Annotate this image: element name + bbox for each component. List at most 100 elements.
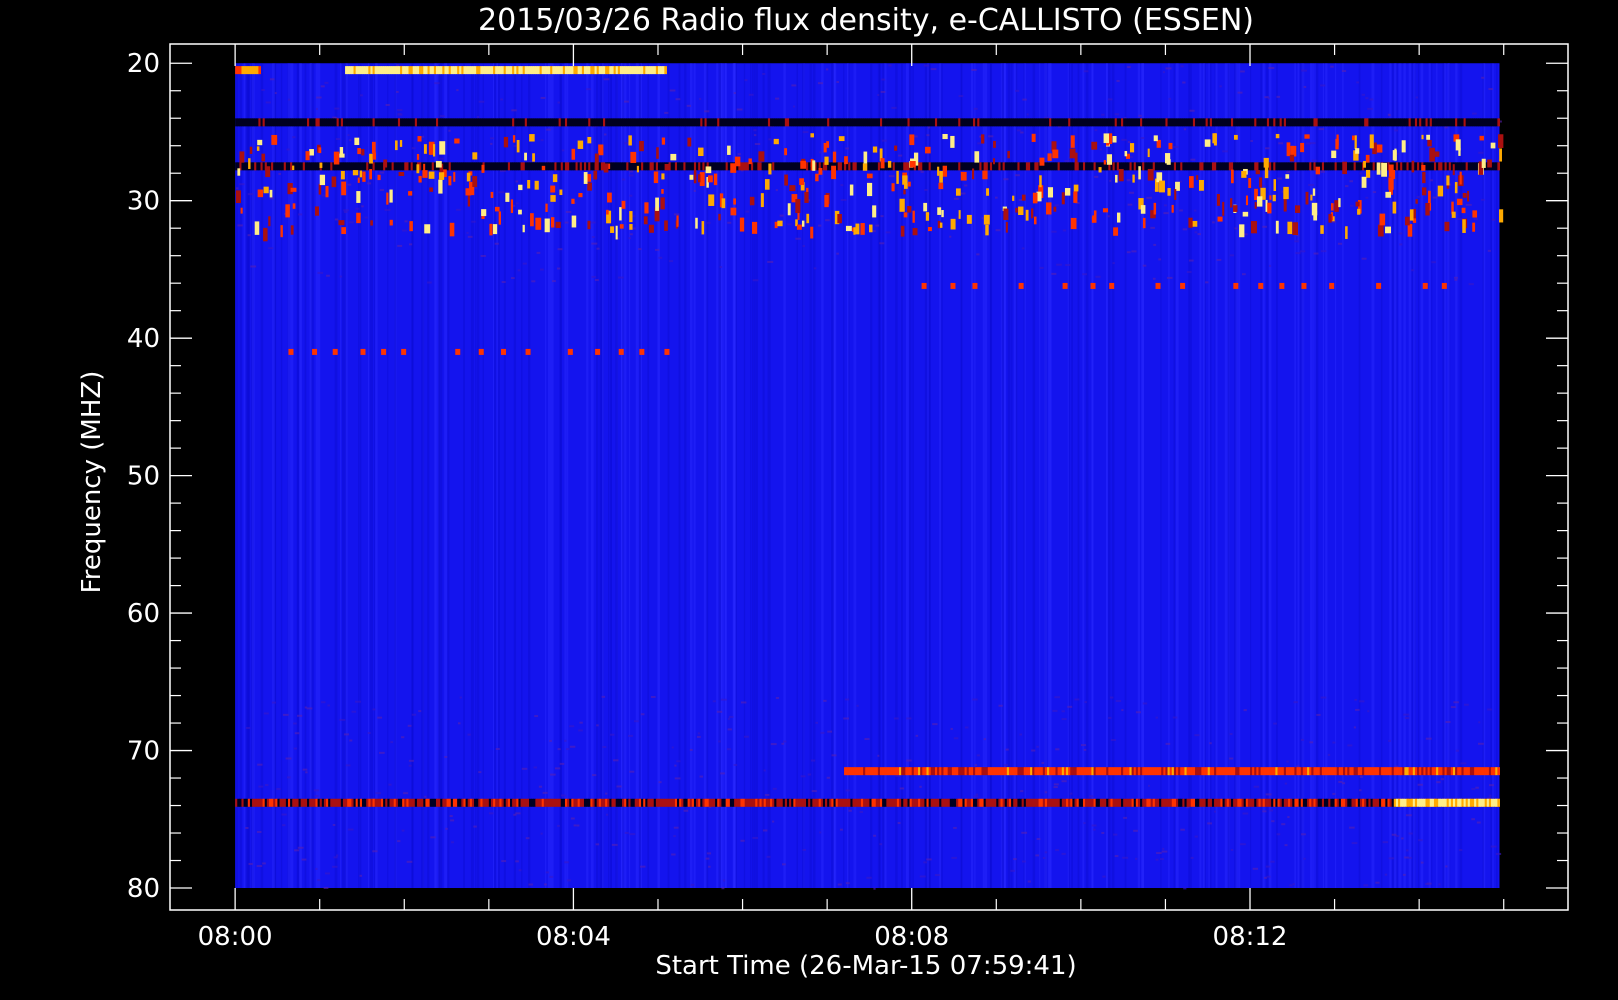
noise-cell [897,821,901,824]
burst-cell [1070,135,1075,148]
burst-cell [648,224,654,233]
noise-cell [401,829,405,832]
burst-cell [587,182,592,191]
noise-cell [926,134,930,137]
texture-streak [1420,63,1424,889]
texture-streak [1301,63,1305,889]
burst-cell [656,147,659,159]
texture-streak [635,63,639,889]
texture-streak [1380,63,1383,889]
noise-cell [753,134,757,137]
noise-cell [775,189,778,192]
burst-cell [773,138,779,145]
noise-cell [782,863,786,866]
noise-cell [1194,835,1198,838]
texture-streak [1071,63,1073,889]
burst-cell [619,207,622,221]
burst-cell [1025,209,1029,221]
burst-cell [505,192,510,202]
texture-streak [882,63,885,889]
noise-cell [531,280,536,283]
noise-cell [934,874,941,877]
noise-cell [1212,221,1215,224]
noise-cell [422,135,425,138]
noise-cell [1054,204,1060,207]
burst-cell [784,174,788,186]
noise-cell [315,107,319,110]
burst-cell [1255,170,1260,175]
noise-cell [449,815,453,818]
noise-cell [1110,739,1116,742]
burst-cell [789,185,796,192]
burst-cell [352,170,359,176]
texture-streak [1238,63,1241,889]
noise-cell [359,874,363,877]
texture-streak [1227,63,1230,889]
texture-streak [928,63,931,889]
texture-streak [716,63,719,889]
noise-cell [439,157,444,160]
noise-cell [1189,109,1195,112]
noise-cell [515,202,519,205]
noise-cell [1021,831,1028,834]
noise-cell [450,819,455,822]
noise-cell [1363,884,1369,887]
noise-cell [1146,196,1152,199]
noise-cell [1404,856,1409,859]
noise-cell [1155,858,1159,861]
noise-cell [1213,810,1216,813]
noise-cell [726,748,732,751]
burst-cell [1355,201,1360,207]
noise-cell [1316,713,1321,716]
noise-cell [546,128,551,131]
texture-streak [1067,63,1069,889]
noise-cell [1083,822,1086,825]
noise-cell [899,787,905,790]
noise-cell [813,267,817,270]
noise-cell [1003,178,1009,181]
noise-cell [1301,833,1306,836]
noise-cell [1354,698,1357,701]
noise-cell [564,861,569,864]
burst-cell [1153,135,1158,142]
burst-cell [1033,216,1037,225]
noise-cell [515,812,521,815]
noise-cell [1131,250,1137,253]
burst-cell [1376,162,1381,175]
noise-cell [403,792,409,795]
noise-cell [1278,142,1284,145]
noise-cell [1240,70,1245,73]
noise-cell [629,170,634,173]
burst-cell [1275,220,1279,234]
texture-streak [477,63,480,889]
noise-cell [953,826,957,829]
burst-cell [1102,208,1109,213]
texture-streak [235,63,239,889]
noise-cell [359,94,363,97]
noise-cell [1055,849,1059,852]
noise-cell [616,785,622,788]
dot-cell [478,348,484,355]
noise-cell [1127,141,1131,144]
burst-cell [1167,188,1171,196]
burst-cell [1132,174,1135,183]
y-tick-label: 60 [127,599,160,629]
burst-cell [831,165,837,180]
noise-cell [1135,857,1138,860]
dot-cell [950,282,956,289]
texture-streak [901,63,903,889]
burst-cell [727,145,731,155]
burst-cell [810,133,814,138]
noise-cell [1382,841,1389,844]
burst-cell [269,189,273,198]
burst-cell [1032,192,1038,204]
noise-cell [335,138,341,141]
dot-cell [972,282,978,289]
noise-cell [689,748,693,751]
noise-cell [932,723,938,726]
burst-cell [644,202,649,214]
burst-cell [340,170,345,180]
dot-cell [1301,282,1307,289]
noise-cell [1107,215,1110,218]
burst-cell [524,152,527,161]
